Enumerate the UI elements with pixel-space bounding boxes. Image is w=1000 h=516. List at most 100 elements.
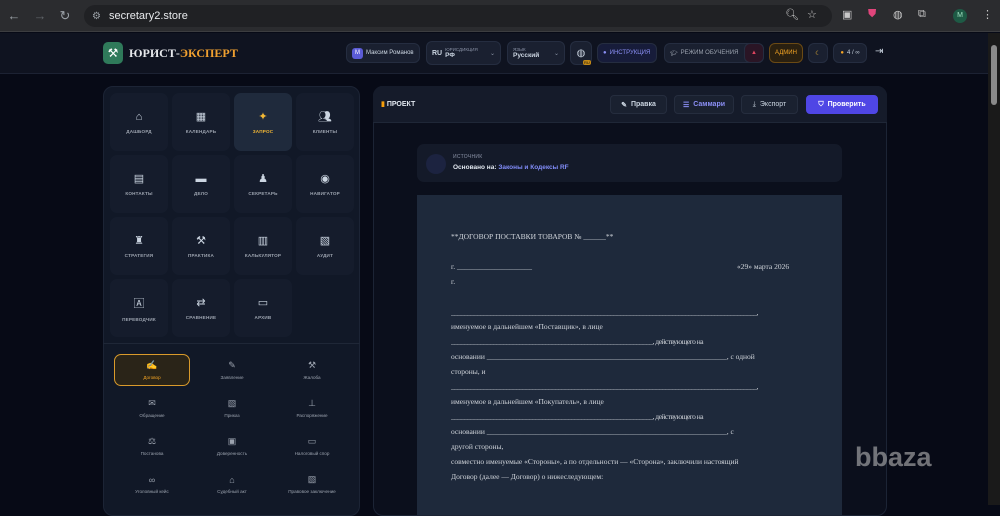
jurisdiction-select[interactable]: RU ЮРИСДИКЦИЯ РФ ⌄ <box>426 41 501 65</box>
language-select[interactable]: ЯЗЫК Русский ⌄ <box>507 41 565 65</box>
doc-type-item[interactable]: ⌂ Судебный акт <box>194 468 270 500</box>
brand-title[interactable]: ЮРИСТ-ЭКСПЕРТ <box>129 46 238 61</box>
nav-tile-label: СЕКРЕТАРЬ <box>248 191 278 196</box>
forward-icon[interactable]: → <box>32 8 48 23</box>
globe-extension-icon[interactable]: ◍ <box>893 8 903 21</box>
shield-extension-icon[interactable]: ⛊ <box>868 8 876 21</box>
doc-type-item[interactable]: ✉ Обращение <box>114 392 190 424</box>
document-line: ________________________________________… <box>451 412 704 421</box>
compass-icon: ◉ <box>320 173 330 185</box>
nav-tile-label: ДЕЛО <box>194 190 208 196</box>
address-bar[interactable]: ⚙ secretary2.store <box>84 5 832 27</box>
watermark: bbaza <box>855 442 932 472</box>
money-icon: ▭ <box>307 436 317 446</box>
edit-label: Правка <box>630 101 656 108</box>
nav-tile[interactable]: ⌂ ДАШБОРД <box>110 93 168 151</box>
chevron-down-icon: ⌄ <box>553 50 559 57</box>
source-card <box>417 144 842 182</box>
url-text: secretary2.store <box>108 10 188 22</box>
nav-tile[interactable]: ⇄ СРАВНЕНИЕ <box>172 279 230 337</box>
graduation-cap-icon: 🎓︎ <box>670 50 678 57</box>
source-label: ИСТОЧНИК <box>453 154 483 160</box>
doc-type-item[interactable]: ▧ Правовое заключение <box>274 468 350 500</box>
scales-icon: ⚖ <box>147 436 157 446</box>
courthouse-icon: ⌂ <box>229 474 235 485</box>
nav-tile-label: НАВИГАТОР <box>310 191 340 196</box>
document-line: другой стороны, <box>451 442 504 451</box>
document-line: именуемое в дальнейшем «Покупатель», в л… <box>451 397 604 406</box>
nav-tile-label: ПРАКТИКА <box>187 253 215 258</box>
user-tie-icon: ♟ <box>258 173 268 185</box>
source-link[interactable]: Законы и Кодексы RF <box>498 164 568 171</box>
nav-tile[interactable]: ♟ СЕКРЕТАРЬ <box>234 155 292 213</box>
nav-tile-label: ЗАПРОС <box>252 129 274 134</box>
check-button[interactable]: ⛉ Проверить <box>806 95 878 114</box>
coin-icon: ● <box>840 50 844 56</box>
list-icon: ☰ <box>682 101 690 109</box>
doc-type-item[interactable]: ⊥ Распоряжение <box>274 392 350 424</box>
nav-tile[interactable]: ▥ КАЛЬКУЛЯТОР <box>234 217 292 275</box>
compare-icon: ⇄ <box>196 297 206 309</box>
nav-tile[interactable]: 🄰 ПЕРЕВОДЧИК <box>110 279 168 337</box>
nav-tile[interactable]: ✦ ЗАПРОС <box>234 93 292 151</box>
scrollbar-thumb[interactable] <box>991 45 997 105</box>
nav-tile-label: КАЛЬКУЛЯТОР <box>244 253 282 258</box>
source-prefix: Основано на: <box>453 164 497 171</box>
export-label: Экспорт <box>759 101 787 108</box>
chevron-down-icon: ⌄ <box>489 50 495 57</box>
document-line: г. <box>451 277 456 286</box>
doc-type-item[interactable]: ∞ Уголовный кейс <box>114 468 190 500</box>
admin-button[interactable]: АДМИН <box>769 43 803 63</box>
back-icon[interactable]: ← <box>6 8 22 23</box>
nav-tile[interactable]: ▤ КОНТАКТЫ <box>110 155 168 213</box>
document-line: ________________________________________… <box>451 308 758 317</box>
file-signature-icon: ✍ <box>146 360 158 370</box>
theme-toggle[interactable]: ☾ <box>808 43 828 63</box>
document-line: ________________________________________… <box>451 382 758 391</box>
doc-type-item[interactable]: ⚖ Постанова <box>114 430 190 462</box>
doc-type-item[interactable]: ⚒ Жалоба <box>274 354 350 386</box>
profile-avatar[interactable]: M <box>953 9 967 23</box>
alert-button[interactable]: ▲ <box>744 43 764 63</box>
doc-type-label: Доверенность <box>216 451 248 456</box>
file-check-icon: ▧ <box>307 474 317 484</box>
doc-type-item[interactable]: ✎ Заявление <box>194 354 270 386</box>
nav-tile[interactable]: ♜ СТРАТЕГИЯ <box>110 217 168 275</box>
doc-type-item[interactable]: ✍ Договор <box>114 354 190 386</box>
nav-tile-label: КАЛЕНДАРЬ <box>185 129 217 134</box>
menu-kebab-icon[interactable]: ⋮ <box>982 8 993 21</box>
jurisdiction-code: RU <box>432 49 443 57</box>
nav-tile-label: АРХИВ <box>254 315 272 320</box>
credits-badge[interactable]: ● 4 / ∞ <box>833 43 867 63</box>
gavel-logo-icon[interactable]: ⚒ <box>103 42 123 64</box>
nav-tile-label: КОНТАКТЫ <box>125 191 153 196</box>
edit-button[interactable]: ✎ Правка <box>610 95 667 114</box>
summary-button[interactable]: ☰ Саммари <box>674 95 734 114</box>
site-info-icon[interactable]: ⚙ <box>92 11 101 22</box>
reload-icon[interactable]: ↻ <box>57 8 73 24</box>
doc-type-label: Приказ <box>224 413 240 418</box>
extensions-puzzle-icon[interactable]: ⧉ <box>918 8 926 21</box>
handcuffs-icon: ∞ <box>148 474 156 485</box>
nav-tile[interactable]: ▭ АРХИВ <box>234 279 292 337</box>
user-name: Максим Романов <box>366 50 414 56</box>
zoom-icon[interactable]: 🔍︎ <box>785 8 799 21</box>
instructions-button[interactable]: ● ИНСТРУКЦИЯ <box>597 43 657 63</box>
document-line: именуемое в дальнейшем «Поставщик», в ли… <box>451 322 603 331</box>
nav-tile[interactable]: ◉ НАВИГАТОР <box>296 155 354 213</box>
nav-tile[interactable]: ▦ КАЛЕНДАРЬ <box>172 93 230 151</box>
calculator-icon: ▥ <box>257 235 269 247</box>
doc-type-item[interactable]: ▧ Приказ <box>194 392 270 424</box>
doc-type-item[interactable]: ▣ Доверенность <box>194 430 270 462</box>
doc-type-item[interactable]: ▭ Налоговый спор <box>274 430 350 462</box>
bookmark-star-icon[interactable]: ☆ <box>807 8 817 21</box>
user-button[interactable]: М Максим Романов <box>346 43 420 63</box>
nav-tile[interactable]: ▬ ДЕЛО <box>172 155 230 213</box>
nav-tile[interactable]: ▧ АУДИТ <box>296 217 354 275</box>
logout-icon[interactable]: ⇥ <box>875 46 883 57</box>
nav-tile[interactable]: ⚒ ПРАКТИКА <box>172 217 230 275</box>
export-button[interactable]: ⤓ Экспорт <box>741 95 798 114</box>
extension-icon[interactable]: ▣ <box>842 8 852 21</box>
nav-tile-label: СРАВНЕНИЕ <box>185 315 217 320</box>
nav-tile[interactable]: 👥︎ КЛИЕНТЫ <box>296 93 354 151</box>
